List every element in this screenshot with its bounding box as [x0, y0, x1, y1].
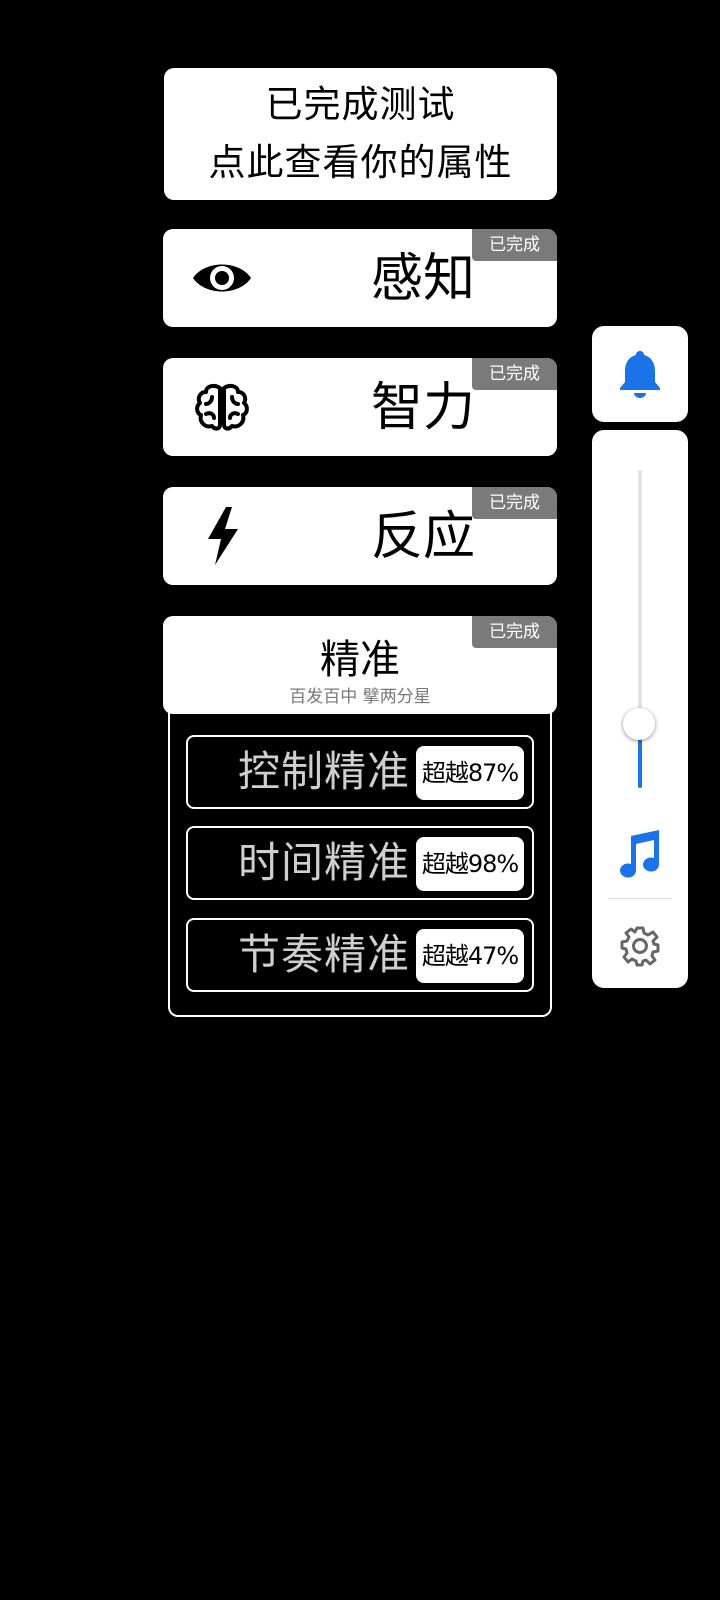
completed-badge: 已完成: [472, 487, 557, 519]
completed-badge: 已完成: [472, 229, 557, 261]
category-card-reaction[interactable]: 反应 已完成: [163, 487, 557, 585]
sub-item-time-precision[interactable]: 时间精准 超越98%: [186, 826, 534, 900]
bell-icon: [620, 351, 660, 398]
category-subtitle: 百发百中 擘两分星: [289, 687, 431, 707]
music-note-icon: [620, 830, 660, 878]
sub-item-control-precision[interactable]: 控制精准 超越87%: [186, 735, 534, 809]
view-attributes-card[interactable]: 已完成测试 点此查看你的属性: [164, 68, 557, 200]
volume-panel: [592, 430, 688, 988]
percentile-badge: 超越98%: [416, 837, 524, 891]
completed-badge: 已完成: [472, 616, 557, 648]
eye-icon: [191, 251, 253, 305]
view-attributes-text: 点此查看你的属性: [208, 141, 513, 184]
music-button[interactable]: [614, 828, 666, 880]
category-card-intelligence[interactable]: 智力 已完成: [163, 358, 557, 456]
category-card-perception[interactable]: 感知 已完成: [163, 229, 557, 327]
settings-button[interactable]: [614, 920, 666, 972]
sub-item-label: 节奏精准: [238, 930, 411, 979]
sub-item-label: 时间精准: [238, 838, 411, 887]
lightning-icon: [191, 507, 253, 565]
notification-button[interactable]: [592, 326, 688, 422]
divider: [608, 898, 672, 899]
test-complete-text: 已完成测试: [265, 83, 456, 126]
percentile-badge: 超越87%: [416, 746, 524, 800]
sub-item-rhythm-precision[interactable]: 节奏精准 超越47%: [186, 918, 534, 992]
brain-icon: [191, 380, 253, 434]
percentile-badge: 超越47%: [416, 929, 524, 983]
category-card-precision[interactable]: 精准 百发百中 擘两分星 已完成: [163, 616, 557, 714]
volume-slider-thumb[interactable]: [623, 708, 655, 740]
sub-item-label: 控制精准: [238, 747, 411, 796]
completed-badge: 已完成: [472, 358, 557, 390]
gear-icon: [620, 926, 660, 967]
